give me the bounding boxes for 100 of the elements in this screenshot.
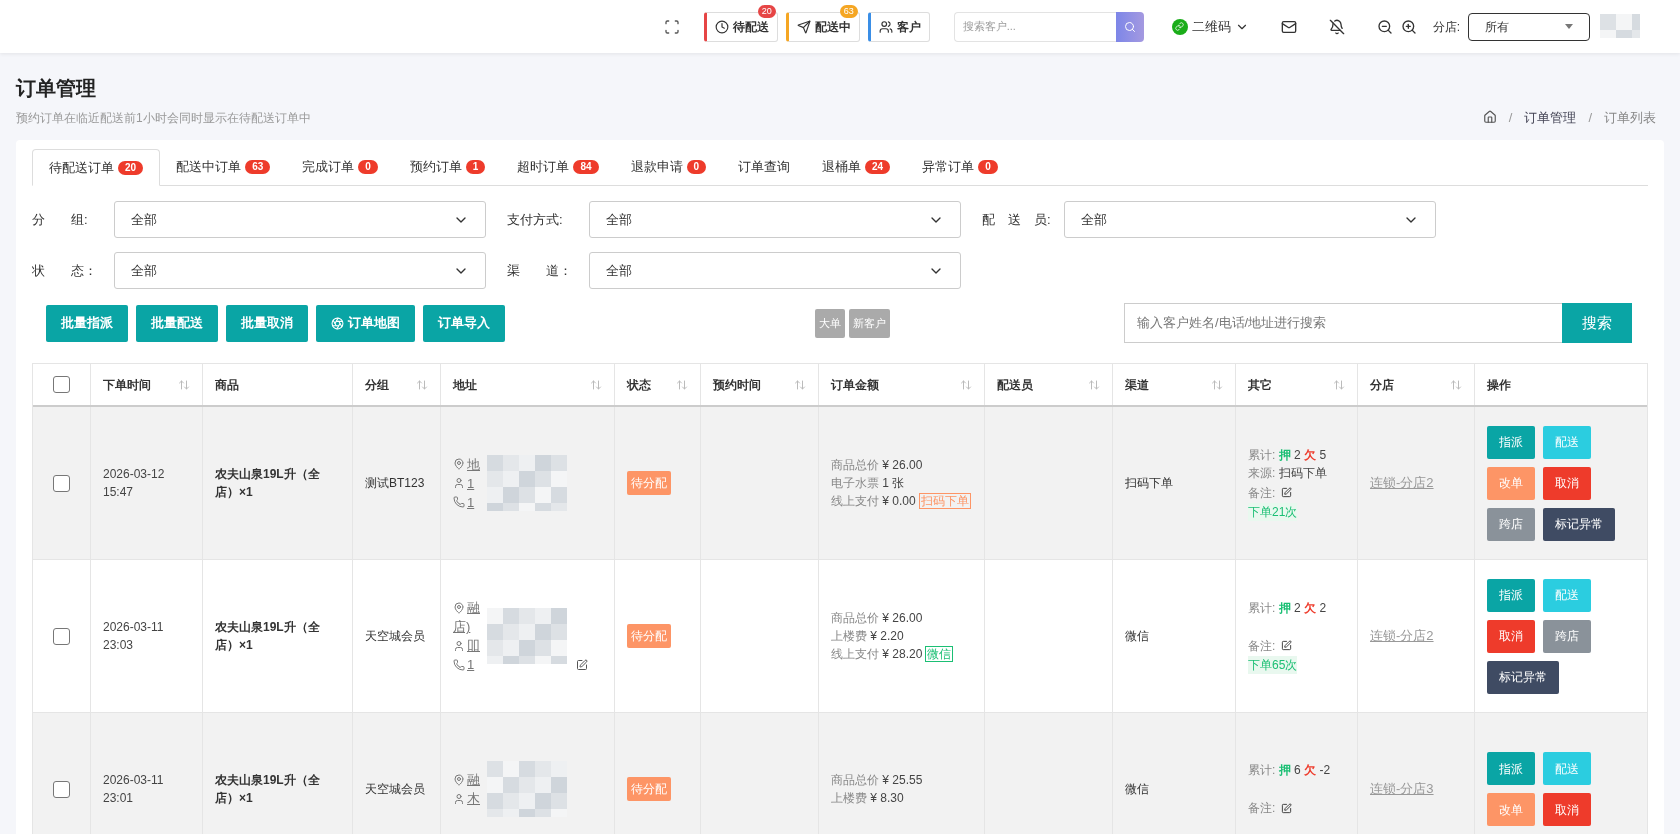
row-action-button[interactable]: 取消 (1543, 793, 1591, 826)
row-action-button[interactable]: 跨店 (1543, 619, 1591, 653)
column-header: 分店 (1370, 376, 1394, 394)
clock-icon (714, 19, 729, 34)
cumulative-text: 累计: 押 6 欠 -2 (1248, 762, 1332, 779)
bulk-action-button[interactable]: 批量取消 (226, 304, 308, 342)
row-action-button[interactable]: 指派 (1487, 425, 1535, 459)
address-text[interactable]: 店) (453, 617, 471, 636)
filter-select[interactable]: 全部 (589, 201, 961, 238)
row-action-button[interactable]: 标记异常 (1543, 507, 1615, 541)
column-header: 其它 (1248, 376, 1272, 394)
branch-select[interactable]: 所有 (1468, 12, 1590, 41)
column-header-cell[interactable]: 地址 (441, 364, 615, 405)
branch-link[interactable]: 连锁-分店2 (1370, 626, 1434, 646)
mail-icon[interactable] (1280, 18, 1297, 35)
address-text[interactable]: 木 (467, 789, 480, 808)
filter-select[interactable]: 全部 (114, 201, 486, 238)
column-header-cell[interactable]: 其它 (1236, 364, 1358, 405)
order-search-field[interactable]: 输入客户姓名/电话/地址进行搜索 (1124, 303, 1562, 343)
amount-line: 电子水票 1 张 (831, 475, 905, 492)
checkbox[interactable] (53, 627, 70, 645)
amount-line: 商品总价 ¥ 26.00 (831, 457, 923, 474)
status-badge: 待分配 (627, 471, 671, 495)
edit-icon[interactable] (1281, 487, 1293, 498)
filter-select[interactable]: 全部 (589, 252, 961, 289)
column-header-cell[interactable]: 渠道 (1113, 364, 1236, 405)
row-action-button[interactable]: 跨店 (1487, 507, 1535, 541)
column-header-cell[interactable]: 分店 (1358, 364, 1475, 405)
tab[interactable]: 超时订单 84 (501, 149, 615, 185)
row-action-button[interactable]: 指派 (1487, 578, 1535, 612)
person-icon (453, 792, 465, 805)
edit-icon[interactable] (576, 658, 589, 671)
customer-search-field[interactable]: 搜索客户... (953, 11, 1116, 42)
tab[interactable]: 配送中订单 63 (160, 149, 287, 185)
page-subtitle: 预约订单在临近配送前1小时会同时显示在待配送订单中 (16, 110, 311, 127)
column-header-cell[interactable]: 配送员 (985, 364, 1113, 405)
address-text[interactable]: 1 (467, 473, 475, 493)
address-text[interactable]: 融 (467, 598, 480, 617)
amount-line: 上楼费 ¥ 2.20 (831, 628, 904, 645)
filter-select[interactable]: 全部 (114, 252, 486, 289)
address-text[interactable]: 1 (467, 492, 475, 512)
address-text[interactable]: 吅 (467, 636, 480, 655)
zoom-out-icon[interactable] (1376, 18, 1393, 35)
count-badge: 20 (118, 160, 144, 175)
person-icon (453, 639, 465, 652)
address-text[interactable]: 融 (467, 770, 480, 789)
search-button[interactable]: 搜索 (1562, 303, 1632, 343)
branch-link[interactable]: 连锁-分店3 (1370, 779, 1434, 799)
row-action-button[interactable]: 指派 (1487, 752, 1535, 785)
column-header-cell[interactable]: 分组 (353, 364, 441, 405)
checkbox[interactable] (53, 376, 70, 393)
checkbox[interactable] (53, 474, 70, 492)
tab[interactable]: 预约订单 1 (393, 149, 502, 185)
address-text[interactable]: 地 (467, 454, 480, 474)
order-time: 2026-03-12 (103, 466, 166, 483)
count-badge: 20 (757, 4, 776, 18)
bell-off-icon[interactable] (1328, 18, 1345, 35)
bulk-action-button[interactable]: 订单导入 (423, 304, 505, 342)
count-badge: 63 (839, 4, 858, 18)
column-header-cell[interactable]: 预约时间 (701, 364, 819, 405)
column-header: 分组 (365, 376, 389, 394)
qrcode-menu[interactable]: 二维码 (1171, 16, 1249, 37)
tab[interactable]: 退款申请 0 (614, 149, 723, 185)
tab[interactable]: 退桶单 24 (806, 149, 907, 185)
bulk-action-button[interactable]: 批量指派 (46, 304, 128, 342)
tab[interactable]: 异常订单 0 (906, 149, 1014, 185)
branch-link[interactable]: 连锁-分店2 (1370, 473, 1434, 493)
edit-icon[interactable] (1281, 802, 1293, 814)
group-name: 天空城会员 (365, 781, 425, 798)
row-action-button[interactable]: 取消 (1487, 619, 1535, 653)
edit-icon[interactable] (1281, 640, 1293, 651)
column-header: 订单金额 (831, 376, 879, 394)
caret-icon (1565, 24, 1573, 29)
address-text[interactable]: 1 (467, 655, 475, 674)
checkbox[interactable] (53, 780, 70, 798)
row-action-button[interactable]: 标记异常 (1487, 660, 1559, 694)
search-button[interactable] (1115, 11, 1144, 42)
payment-tag: 扫码下单 (918, 493, 971, 509)
row-action-button[interactable]: 取消 (1543, 466, 1591, 500)
filter-label: 配 送 员: (982, 210, 1052, 229)
fullscreen-icon[interactable] (663, 18, 680, 35)
breadcrumb-link[interactable]: 订单管理 (1524, 107, 1577, 127)
order-time: 15:47 (103, 484, 135, 501)
tab[interactable]: 待配送订单 20 (32, 149, 161, 186)
bulk-action-button[interactable]: 批量配送 (136, 304, 218, 342)
column-header-cell[interactable]: 订单金额 (819, 364, 985, 405)
zoom-in-icon[interactable] (1400, 18, 1417, 35)
column-header-cell[interactable]: 下单时间 (91, 364, 203, 405)
quick-nav-button[interactable]: 客户 (867, 11, 930, 42)
count-badge: 0 (358, 160, 378, 174)
tab[interactable]: 订单查询 (722, 149, 807, 185)
tab[interactable]: 完成订单 0 (286, 149, 394, 185)
status-badge: 待分配 (627, 777, 671, 801)
home-icon[interactable] (1482, 110, 1497, 125)
breadcrumb-separator: / (1507, 108, 1514, 127)
filter-select[interactable]: 全部 (1064, 201, 1436, 238)
product-name: 农夫山泉19L升（全店）×1 (215, 772, 321, 807)
group-name: 天空城会员 (365, 628, 425, 645)
bulk-action-button[interactable]: 订单地图 (316, 304, 415, 342)
column-header-cell[interactable]: 状态 (615, 364, 701, 405)
